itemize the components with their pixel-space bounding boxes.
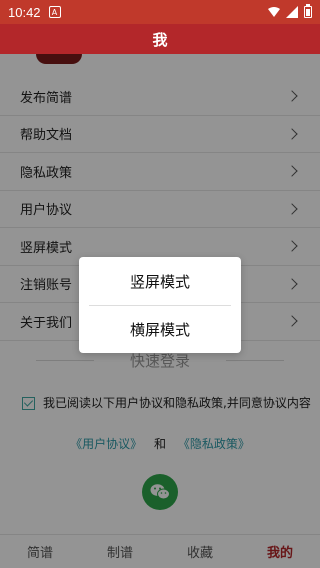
status-indicators xyxy=(268,4,312,18)
orientation-dialog: 竖屏模式 横屏模式 xyxy=(79,257,241,353)
notification-icon: A xyxy=(48,6,61,18)
title-bar: 我 xyxy=(0,24,320,54)
signal-icon xyxy=(286,6,298,18)
wifi-icon xyxy=(268,7,280,17)
divider xyxy=(89,305,231,306)
portrait-mode-option[interactable]: 竖屏模式 xyxy=(79,257,241,305)
status-time: 10:42 xyxy=(8,4,41,20)
status-bar: 10:42 A xyxy=(0,0,320,24)
battery-icon xyxy=(304,4,312,18)
landscape-mode-option[interactable]: 横屏模式 xyxy=(79,305,241,353)
page-title: 我 xyxy=(152,30,168,49)
